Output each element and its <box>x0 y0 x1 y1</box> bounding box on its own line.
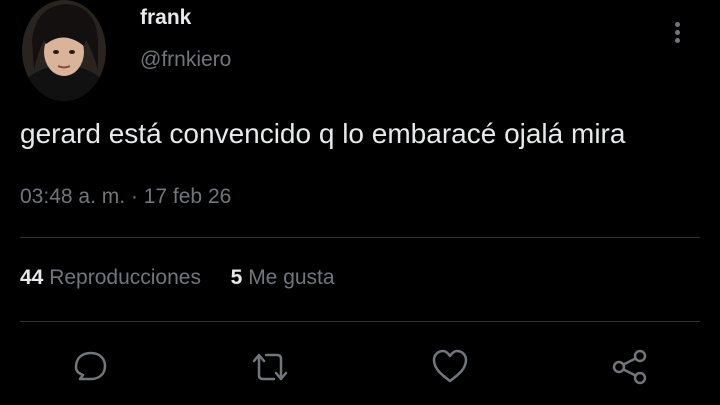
views-count: 44 <box>20 266 44 289</box>
reply-bubble-icon <box>74 351 107 381</box>
divider <box>20 321 700 322</box>
likes-count: 5 <box>230 266 243 289</box>
user-handle[interactable]: @frnkiero <box>140 48 231 72</box>
more-vertical-icon[interactable] <box>668 18 688 48</box>
likes-label: Me gusta <box>248 266 335 289</box>
avatar-image <box>22 0 106 101</box>
tweet-text: gerard está convencido q lo embaracé oja… <box>20 118 626 149</box>
share-button[interactable] <box>608 345 652 389</box>
retweet-button[interactable] <box>248 345 292 389</box>
reply-button[interactable] <box>68 345 112 389</box>
tweet-timestamp[interactable]: 03:48 a. m. · 17 feb 26 <box>20 185 231 209</box>
views-label: Reproducciones <box>49 266 201 289</box>
views-stat[interactable]: 44 Reproducciones <box>20 266 207 289</box>
share-icon <box>612 349 647 385</box>
tweet-stats: 44 Reproducciones 5 Me gusta <box>20 266 335 290</box>
like-button[interactable] <box>428 345 472 389</box>
avatar[interactable] <box>22 0 106 101</box>
heart-icon <box>432 349 468 383</box>
likes-stat[interactable]: 5 Me gusta <box>231 266 335 289</box>
retweet-icon <box>252 353 288 381</box>
display-name[interactable]: frank <box>140 6 191 30</box>
divider <box>20 237 700 238</box>
